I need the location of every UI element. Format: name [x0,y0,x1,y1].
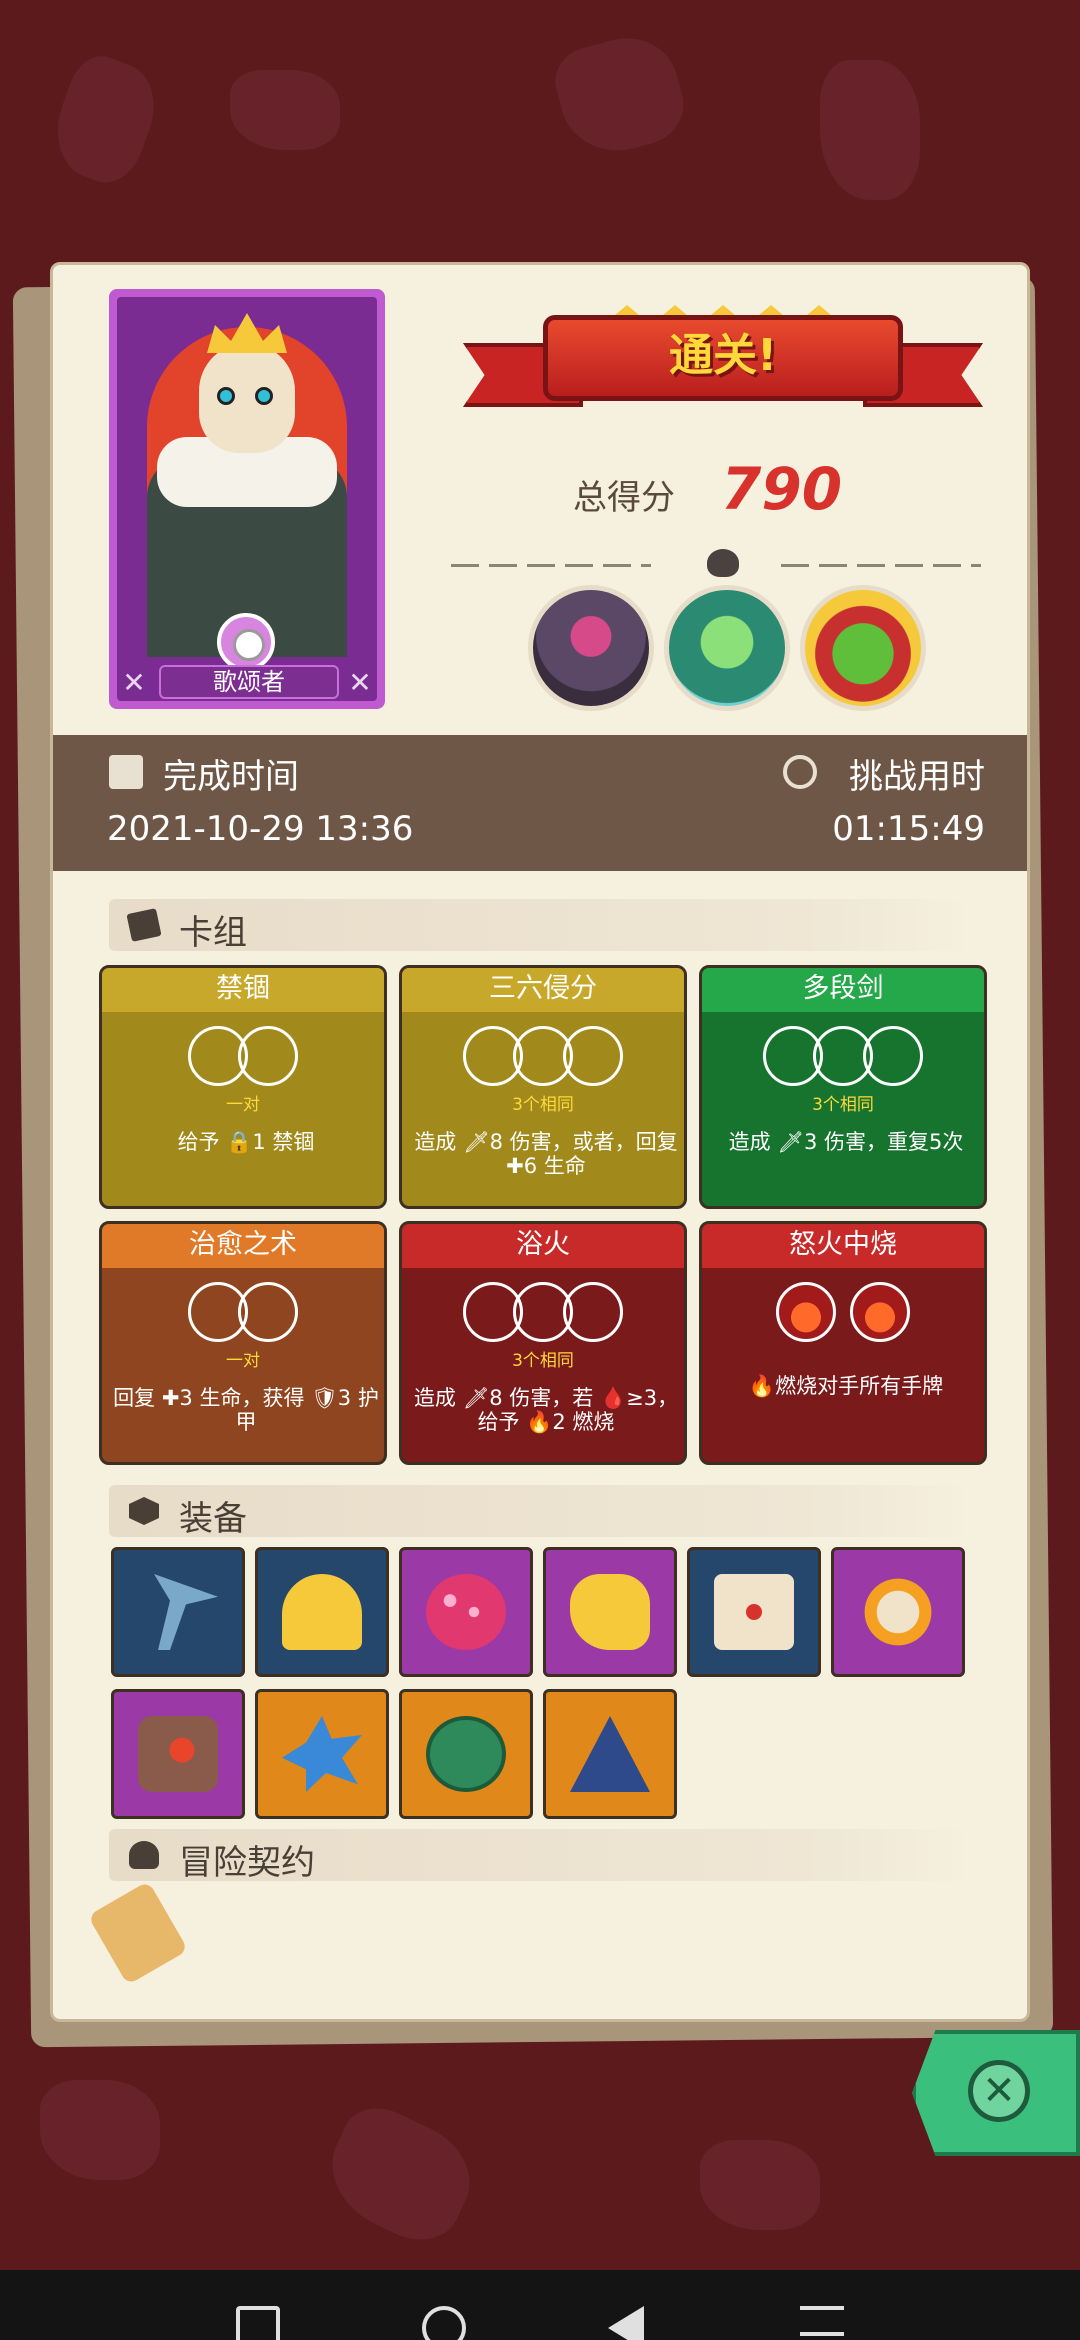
equipment-header: 装备 [109,1485,975,1539]
boss-portrait-3[interactable] [800,585,926,711]
dice-slots [402,1282,684,1346]
challenge-time-label: 挑战用时 [849,757,985,797]
hero-art: ✕ ✕ 歌颂者 [117,297,377,701]
victory-title: 通关! [668,330,778,381]
deck-card-4[interactable]: 治愈之术 一对 回复 ✚3 生命，获得 🛡3 护甲 [99,1221,387,1465]
fire-dice-slots [702,1282,984,1346]
fire-stone-icon[interactable] [111,1689,245,1819]
contract-scroll-icon[interactable] [87,1880,189,1986]
class-emblem-icon [217,613,275,671]
victory-banner: 通关! [463,305,983,415]
recent-apps-button[interactable] [236,2306,280,2340]
result-panel: ✕ ✕ 歌颂者 通关! 总得分 790 完成时间 2021-10-29 13:3… [50,262,1030,2022]
cards-icon [126,908,162,942]
film-icon [109,755,143,789]
spiked-ice-icon[interactable] [255,1689,389,1819]
close-icon: ✕ [968,2060,1030,2122]
golden-helmet-icon[interactable] [255,1547,389,1677]
defeated-bosses [528,585,948,715]
time-info-band: 完成时间 2021-10-29 13:36 挑战用时 01:15:49 [53,735,1027,871]
person-icon [129,1841,159,1869]
score-value: 790 [721,455,843,523]
deck-card-1[interactable]: 禁锢 一对 给予 🔒1 禁锢 [99,965,387,1209]
deck-card-6[interactable]: 怒火中烧 🔥燃烧对手所有手牌 [699,1221,987,1465]
hero-class-label: 歌颂者 [159,665,339,699]
spotted-shell-icon[interactable] [399,1547,533,1677]
menu-button[interactable] [800,2306,844,2336]
finish-time-value: 2021-10-29 13:36 [107,809,414,849]
ornament-divider [451,549,995,577]
hexagram-icon[interactable] [543,1689,677,1819]
deck-card-5[interactable]: 浴火 3个相同 造成 🗡8 伤害，若 🩸≥3，给予 🔥2 燃烧 [399,1221,687,1465]
fire-icon [849,1282,910,1342]
contract-header: 冒险契约 [109,1829,975,1883]
deck-card-2[interactable]: 三六侵分 3个相同 造成 🗡8 伤害，或者，回复 ✚6 生命 [399,965,687,1209]
finish-time-label: 完成时间 [163,757,299,797]
dice-slots [102,1026,384,1090]
close-button[interactable]: ✕ [912,2030,1080,2156]
dice-slots [702,1026,984,1090]
boss-portrait-2[interactable] [664,585,790,711]
dice-slots [402,1026,684,1090]
bone-right-icon: ✕ [348,666,372,699]
bone-left-icon: ✕ [122,666,146,699]
scythe-icon[interactable] [111,1547,245,1677]
deck-card-3[interactable]: 多段剑 3个相同 造成 🗡3 伤害，重复5次 [699,965,987,1209]
dice-slots [102,1282,384,1346]
hero-portrait-card[interactable]: ✕ ✕ 歌颂者 [109,289,385,709]
sun-mask-icon[interactable] [831,1547,965,1677]
turtle-shell-icon[interactable] [399,1689,533,1819]
golden-glove-icon[interactable] [543,1547,677,1677]
fire-icon [776,1282,837,1342]
score-label: 总得分 [573,478,675,518]
back-button[interactable] [608,2306,644,2340]
boss-portrait-1[interactable] [528,585,654,711]
box-icon [129,1497,159,1525]
challenge-time-value: 01:15:49 [832,809,985,849]
fire-scroll-icon[interactable] [687,1547,821,1677]
system-navigation-bar [0,2270,1080,2340]
skull-icon [707,549,739,577]
deck-header: 卡组 [109,899,975,953]
stopwatch-icon [783,755,817,789]
